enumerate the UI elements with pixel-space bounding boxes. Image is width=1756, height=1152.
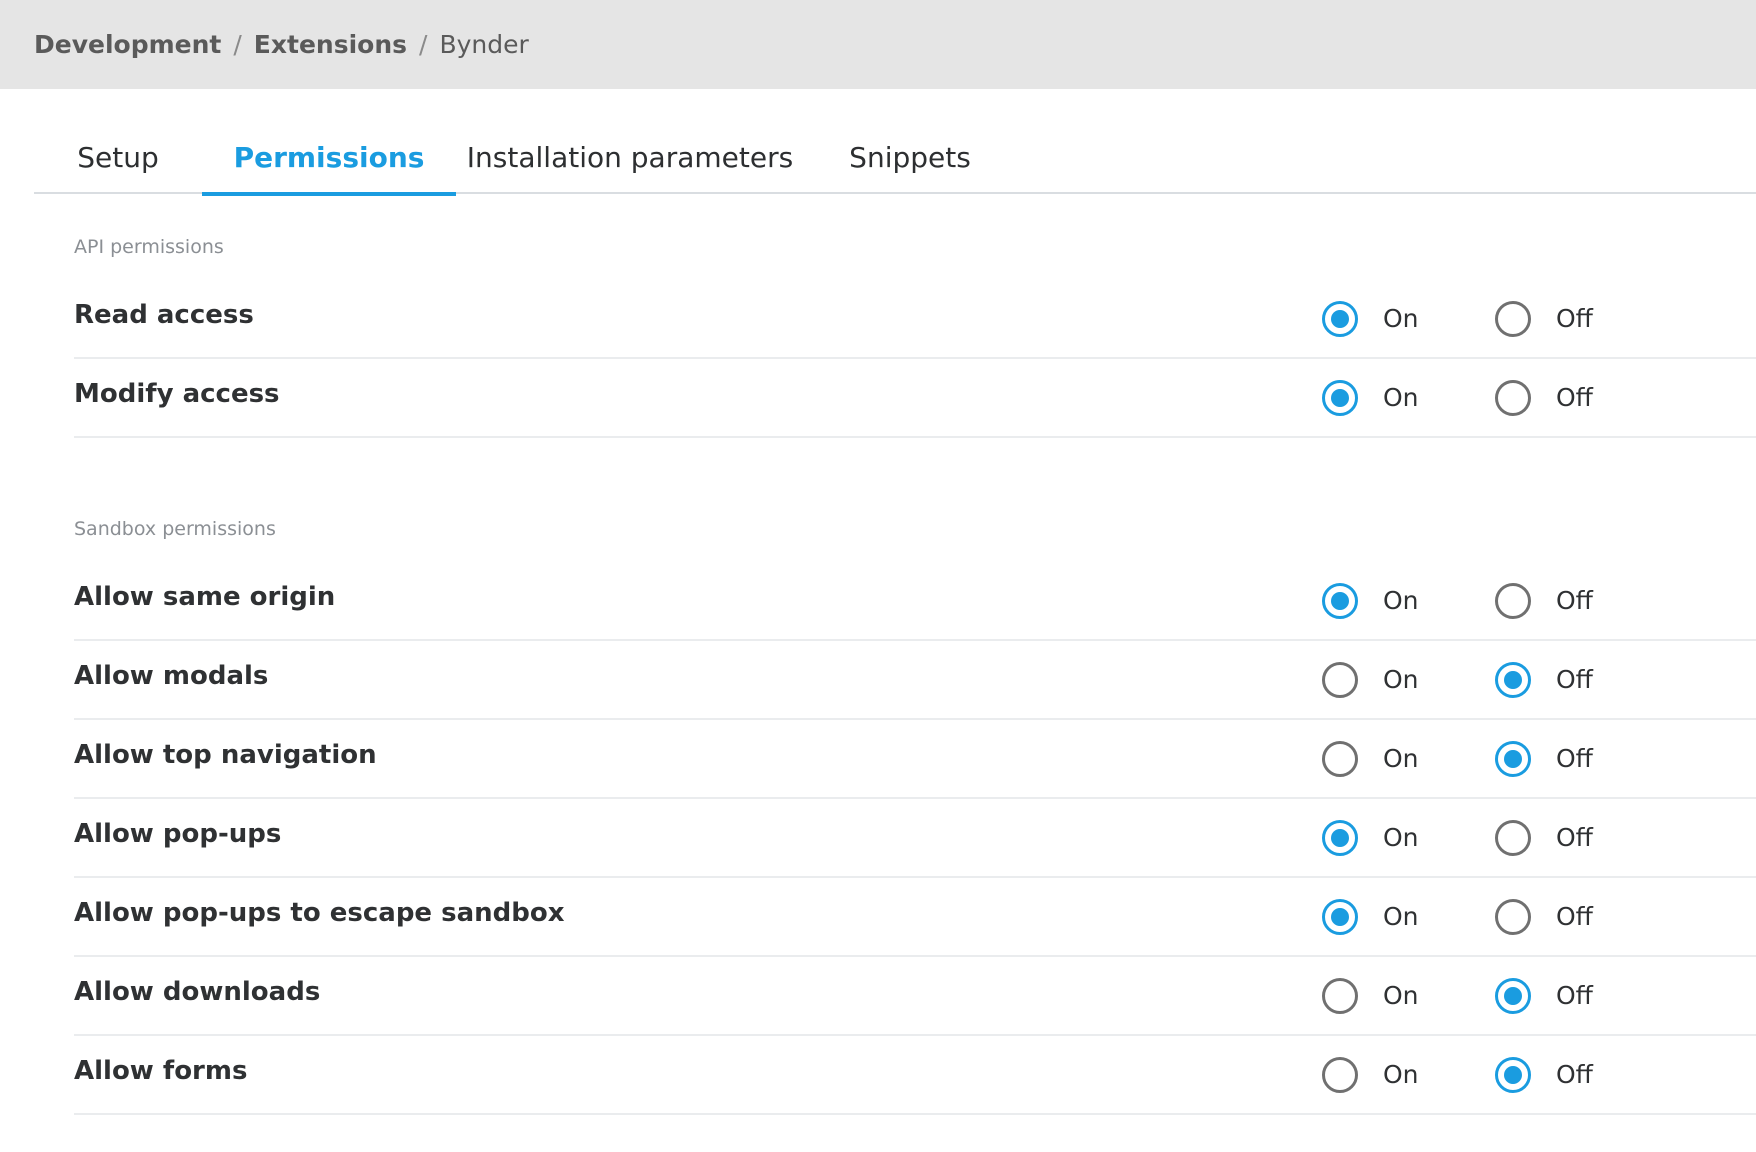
tab-permissions[interactable]: Permissions — [202, 113, 456, 196]
radio-label-on: On — [1383, 665, 1419, 694]
permission-label: Allow pop-ups — [74, 819, 282, 849]
breadcrumb: Development / Extensions / Bynder — [34, 29, 529, 61]
tab-setup[interactable]: Setup — [34, 113, 202, 194]
top-header: Development / Extensions / Bynder — [0, 0, 1756, 89]
radio-button-off[interactable] — [1495, 583, 1531, 619]
permission-row-modify-access: Modify access On Off — [74, 359, 1756, 438]
permission-row-read-access: Read access On Off — [74, 280, 1756, 359]
permission-row-allow-pop-ups-to-escape-sandbox: Allow pop-ups to escape sandbox On Off — [74, 878, 1756, 957]
radio-button-off[interactable] — [1495, 662, 1531, 698]
radio-label-on: On — [1383, 383, 1419, 412]
radio-label-off: Off — [1556, 304, 1593, 333]
radio-label-off: Off — [1556, 586, 1593, 615]
radio-label-on: On — [1383, 902, 1419, 931]
radio-button-off[interactable] — [1495, 301, 1531, 337]
permission-label: Modify access — [74, 379, 280, 409]
radio-button-on[interactable] — [1322, 899, 1358, 935]
breadcrumb-extensions[interactable]: Extensions — [254, 30, 407, 59]
radio-label-on: On — [1383, 744, 1419, 773]
radio-label-on: On — [1383, 586, 1419, 615]
radio-button-on[interactable] — [1322, 1057, 1358, 1093]
radio-button-on[interactable] — [1322, 583, 1358, 619]
radio-button-on[interactable] — [1322, 380, 1358, 416]
permission-label: Allow pop-ups to escape sandbox — [74, 898, 565, 928]
breadcrumb-development[interactable]: Development — [34, 30, 221, 59]
radio-label-off: Off — [1556, 823, 1593, 852]
radio-button-off[interactable] — [1495, 380, 1531, 416]
radio-button-off[interactable] — [1495, 899, 1531, 935]
permission-label: Allow modals — [74, 661, 269, 691]
permission-row-allow-top-navigation: Allow top navigation On Off — [74, 720, 1756, 799]
radio-button-on[interactable] — [1322, 978, 1358, 1014]
radio-button-on[interactable] — [1322, 820, 1358, 856]
permission-row-allow-same-origin: Allow same origin On Off — [74, 562, 1756, 641]
permission-label: Allow same origin — [74, 582, 336, 612]
permission-row-allow-modals: Allow modals On Off — [74, 641, 1756, 720]
radio-button-on[interactable] — [1322, 741, 1358, 777]
permission-row-allow-forms: Allow forms On Off — [74, 1036, 1756, 1115]
permission-row-allow-downloads: Allow downloads On Off — [74, 957, 1756, 1036]
permission-label: Allow downloads — [74, 977, 321, 1007]
radio-label-on: On — [1383, 981, 1419, 1010]
api-permissions-heading: API permissions — [74, 236, 224, 258]
breadcrumb-separator: / — [419, 30, 428, 59]
radio-button-on[interactable] — [1322, 662, 1358, 698]
breadcrumb-current: Bynder — [439, 30, 529, 59]
tab-snippets[interactable]: Snippets — [804, 113, 1016, 194]
permission-label: Read access — [74, 300, 254, 330]
radio-label-off: Off — [1556, 383, 1593, 412]
radio-label-on: On — [1383, 304, 1419, 333]
radio-button-off[interactable] — [1495, 1057, 1531, 1093]
radio-label-on: On — [1383, 1060, 1419, 1089]
radio-label-off: Off — [1556, 744, 1593, 773]
radio-button-off[interactable] — [1495, 741, 1531, 777]
radio-label-off: Off — [1556, 902, 1593, 931]
radio-button-off[interactable] — [1495, 978, 1531, 1014]
radio-label-off: Off — [1556, 665, 1593, 694]
radio-label-off: Off — [1556, 981, 1593, 1010]
radio-button-on[interactable] — [1322, 301, 1358, 337]
permission-label: Allow forms — [74, 1056, 248, 1086]
sandbox-permissions-heading: Sandbox permissions — [74, 518, 276, 540]
radio-label-off: Off — [1556, 1060, 1593, 1089]
breadcrumb-separator: / — [233, 30, 242, 59]
permission-row-allow-pop-ups: Allow pop-ups On Off — [74, 799, 1756, 878]
radio-button-off[interactable] — [1495, 820, 1531, 856]
tab-installation-parameters[interactable]: Installation parameters — [456, 113, 804, 194]
permission-label: Allow top navigation — [74, 740, 377, 770]
radio-label-on: On — [1383, 823, 1419, 852]
tab-bar: Setup Permissions Installation parameter… — [34, 113, 1756, 196]
